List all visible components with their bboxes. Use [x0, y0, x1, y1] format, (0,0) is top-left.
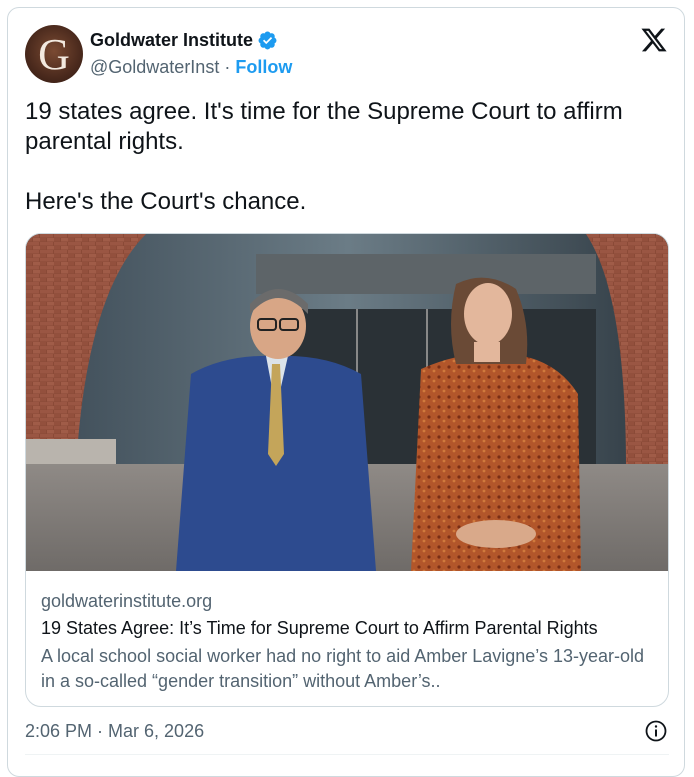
tweet-card: G Goldwater Institute @GoldwaterInst · F…: [7, 7, 685, 777]
article-photo: [26, 234, 668, 571]
author-name[interactable]: Goldwater Institute: [90, 30, 253, 51]
tweet-timestamp[interactable]: 2:06 PM · Mar 6, 2026: [25, 721, 204, 742]
avatar[interactable]: G: [25, 25, 83, 83]
link-preview-card[interactable]: goldwaterinstitute.org 19 States Agree: …: [25, 233, 669, 707]
divider: [25, 754, 669, 755]
link-title: 19 States Agree: It’s Time for Supreme C…: [41, 618, 598, 638]
verified-badge-icon: [258, 31, 277, 50]
info-icon[interactable]: [644, 719, 668, 743]
separator-dot: ·: [224, 57, 231, 77]
follow-button[interactable]: Follow: [235, 57, 292, 77]
avatar-letter: G: [38, 30, 70, 79]
author-handle[interactable]: @GoldwaterInst: [90, 57, 219, 77]
author-name-row: Goldwater Institute: [90, 30, 278, 51]
x-logo-icon[interactable]: [640, 26, 668, 54]
author-handle-row: @GoldwaterInst · Follow: [90, 57, 292, 78]
link-domain: goldwaterinstitute.org: [41, 591, 213, 611]
link-description: A local school social worker had no righ…: [41, 646, 644, 691]
tweet-text: 19 states agree. It's time for the Supre…: [25, 98, 623, 215]
